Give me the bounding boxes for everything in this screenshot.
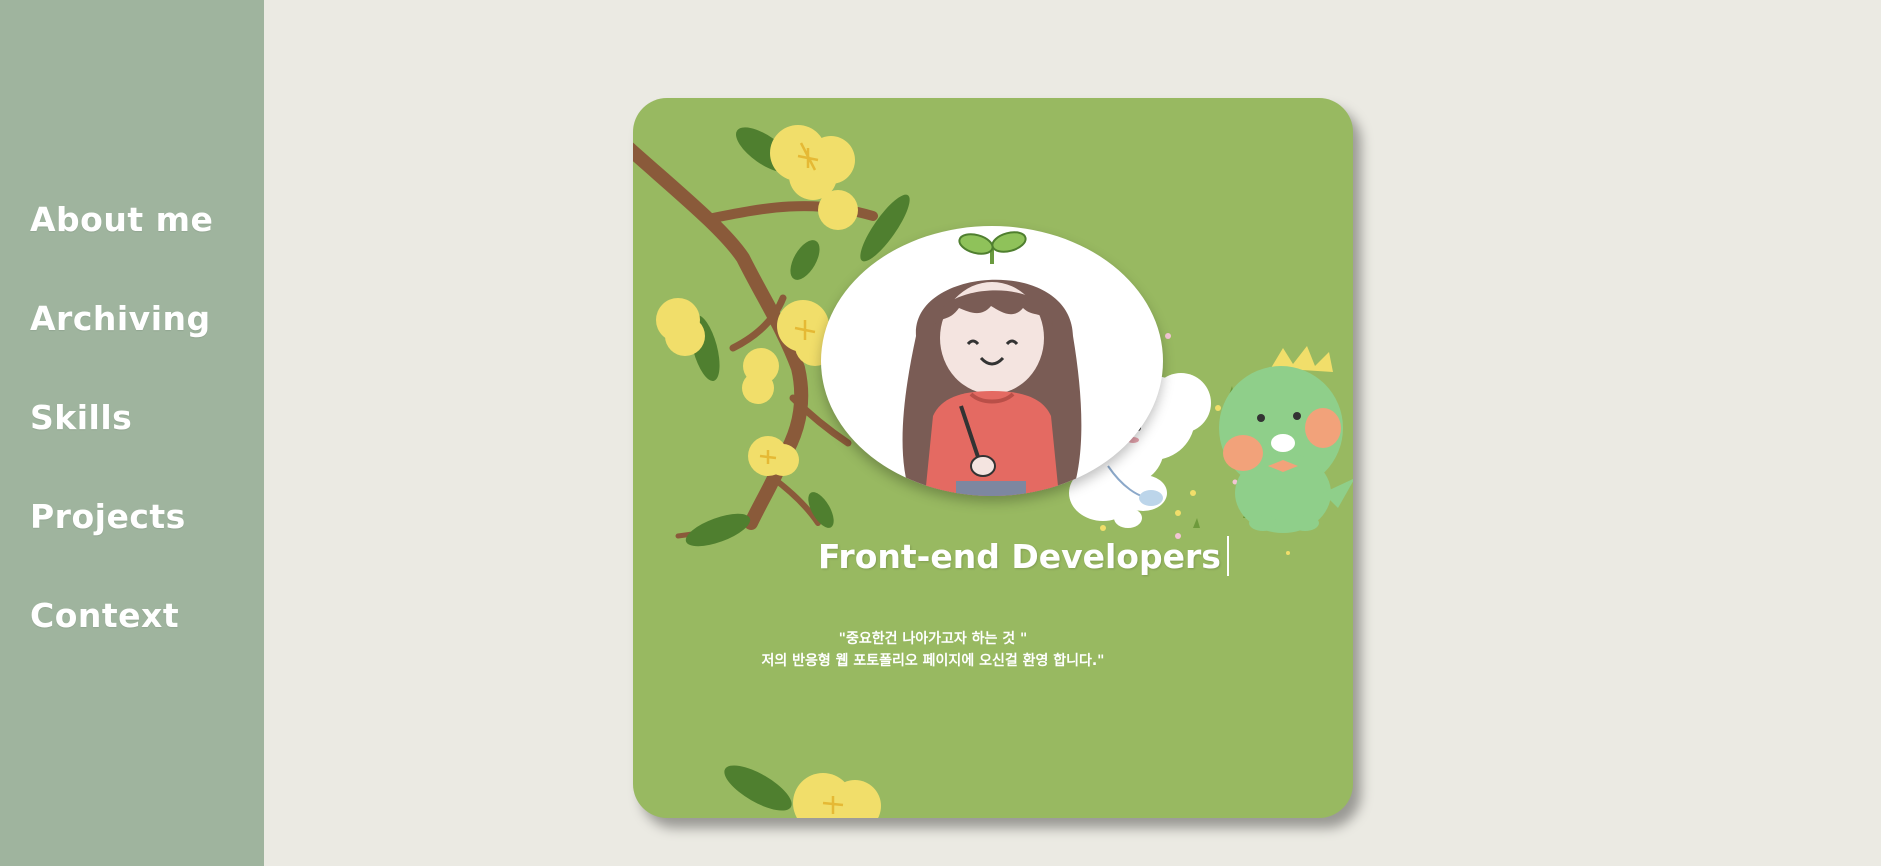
- nav-item-skills[interactable]: Skills: [30, 396, 213, 495]
- flower-branch-icon: [633, 125, 910, 818]
- girl-avatar-icon: [902, 231, 1082, 496]
- quote-line-1: "중요한건 나아가고자 하는 것 ": [838, 631, 1028, 647]
- sidebar: About me Archiving Skills Projects Conte…: [0, 0, 264, 866]
- nav-item-archiving[interactable]: Archiving: [30, 297, 213, 396]
- hero-headline-text: Front-end Developers: [818, 537, 1221, 576]
- sidebar-nav: About me Archiving Skills Projects Conte…: [30, 198, 213, 693]
- nav-item-projects[interactable]: Projects: [30, 495, 213, 594]
- green-dinosaur-icon: [1219, 346, 1353, 533]
- typing-cursor: [1226, 536, 1229, 576]
- hero-card: Front-end Developers "중요한건 나아가고자 하는 것 " …: [633, 98, 1353, 818]
- welcome-quote: "중요한건 나아가고자 하는 것 " 저의 반응형 웹 포토폴리오 페이지에 오…: [633, 628, 1233, 672]
- profile-portrait: [821, 226, 1163, 496]
- quote-line-2: 저의 반응형 웹 포토폴리오 페이지에 오신걸 환영 합니다.": [761, 653, 1105, 669]
- nav-item-about-me[interactable]: About me: [30, 198, 213, 297]
- hero-headline: Front-end Developers: [818, 536, 1229, 578]
- nav-item-context[interactable]: Context: [30, 594, 213, 693]
